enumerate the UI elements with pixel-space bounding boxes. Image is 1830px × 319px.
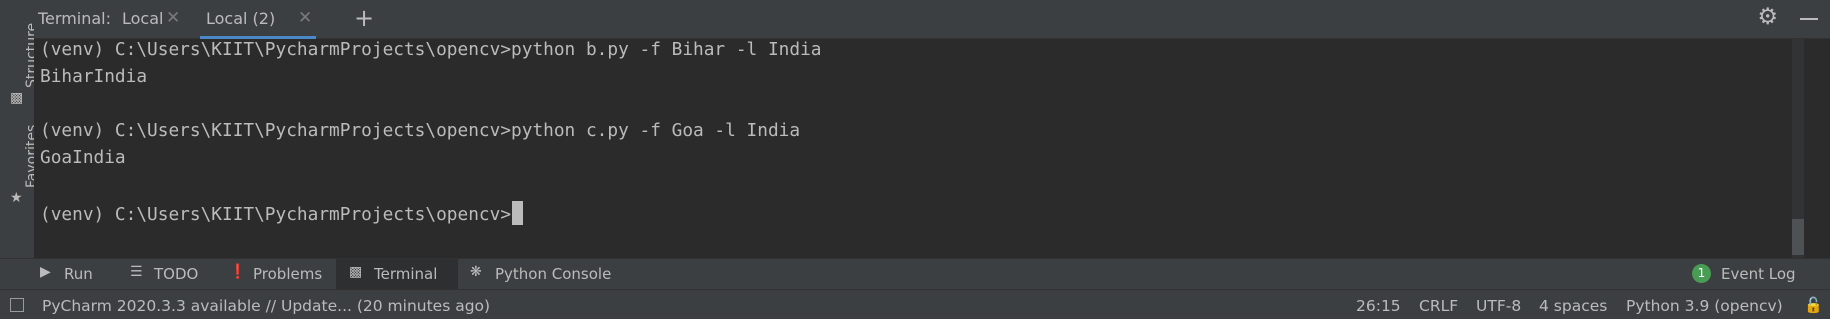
terminal-line: (venv) C:\Users\KIIT\PycharmProjects\ope… (40, 120, 801, 141)
star-icon: ★ (10, 190, 23, 206)
text-cursor (512, 201, 524, 225)
left-tool-strip: Structure ▩ Favorites ★ (0, 0, 40, 258)
minimize-icon[interactable] (1800, 18, 1818, 20)
play-icon: ▶ (40, 264, 51, 280)
tool-tab-label: Run (64, 265, 93, 283)
terminal-prompt-line[interactable]: (venv) C:\Users\KIIT\PycharmProjects\ope… (40, 201, 524, 225)
tool-tab-label: Python Console (495, 265, 612, 283)
lock-icon[interactable]: 🔓 (1804, 296, 1823, 314)
terminal-prompt: (venv) C:\Users\KIIT\PycharmProjects\ope… (40, 204, 512, 225)
line-separator[interactable]: CRLF (1419, 297, 1458, 315)
status-bar: PyCharm 2020.3.3 available // Update... … (0, 289, 1830, 319)
favorites-tab[interactable]: Favorites ★ (0, 125, 40, 214)
indent-setting[interactable]: 4 spaces (1539, 297, 1607, 315)
terminal-line: BiharIndia (40, 66, 148, 87)
terminal-line: GoaIndia (40, 147, 126, 168)
toggle-tool-windows-icon[interactable] (10, 298, 24, 312)
event-count-badge: 1 (1692, 264, 1711, 283)
info-icon: ❗ (229, 264, 247, 280)
structure-icon: ▩ (10, 90, 24, 106)
tab-label: Local (2) (206, 9, 276, 28)
list-icon: ☰ (130, 264, 143, 280)
python-interpreter[interactable]: Python 3.9 (opencv) (1626, 297, 1783, 315)
scrollbar-thumb[interactable] (1792, 219, 1804, 255)
close-icon[interactable]: ✕ (298, 8, 312, 28)
update-notification[interactable]: PyCharm 2020.3.3 available // Update... … (42, 297, 490, 315)
event-log-button[interactable]: 1 Event Log (1692, 259, 1796, 289)
add-tab-icon[interactable]: + (354, 4, 374, 32)
tab-label: Local (122, 9, 164, 28)
tool-tab-run[interactable]: ▶ Run (30, 259, 100, 289)
tool-tab-terminal[interactable]: ▩ Terminal (336, 259, 458, 289)
tool-tab-problems[interactable]: ❗ Problems (196, 259, 322, 289)
tool-tab-label: Terminal (374, 265, 438, 283)
caret-position[interactable]: 26:15 (1356, 297, 1401, 315)
terminal-output[interactable]: (venv) C:\Users\KIIT\PycharmProjects\ope… (34, 39, 1830, 258)
python-icon: ❋ (470, 264, 482, 280)
terminal-icon: ▩ (349, 264, 363, 280)
event-log-label: Event Log (1721, 265, 1796, 283)
terminal-title: Terminal: (38, 9, 112, 28)
tool-window-bar: ▶ Run ☰ TODO ❗ Problems ▩ Terminal ❋ Pyt… (0, 258, 1830, 289)
tab-local-2[interactable]: Local (2) ✕ (200, 0, 316, 39)
tool-tab-label: Problems (253, 265, 323, 283)
terminal-tab-bar: Terminal: Local ✕ Local (2) ✕ + ⚙ (34, 0, 1830, 39)
tool-tab-python-console[interactable]: ❋ Python Console (464, 259, 614, 289)
tool-tab-todo[interactable]: ☰ TODO (104, 259, 198, 289)
tool-tab-label: TODO (154, 265, 199, 283)
tab-local[interactable]: Local ✕ (114, 0, 198, 38)
file-encoding[interactable]: UTF-8 (1476, 297, 1521, 315)
close-icon[interactable]: ✕ (166, 8, 180, 28)
structure-tab[interactable]: Structure ▩ (0, 23, 40, 108)
gear-icon[interactable]: ⚙ (1757, 4, 1778, 30)
terminal-line: (venv) C:\Users\KIIT\PycharmProjects\ope… (40, 39, 822, 60)
